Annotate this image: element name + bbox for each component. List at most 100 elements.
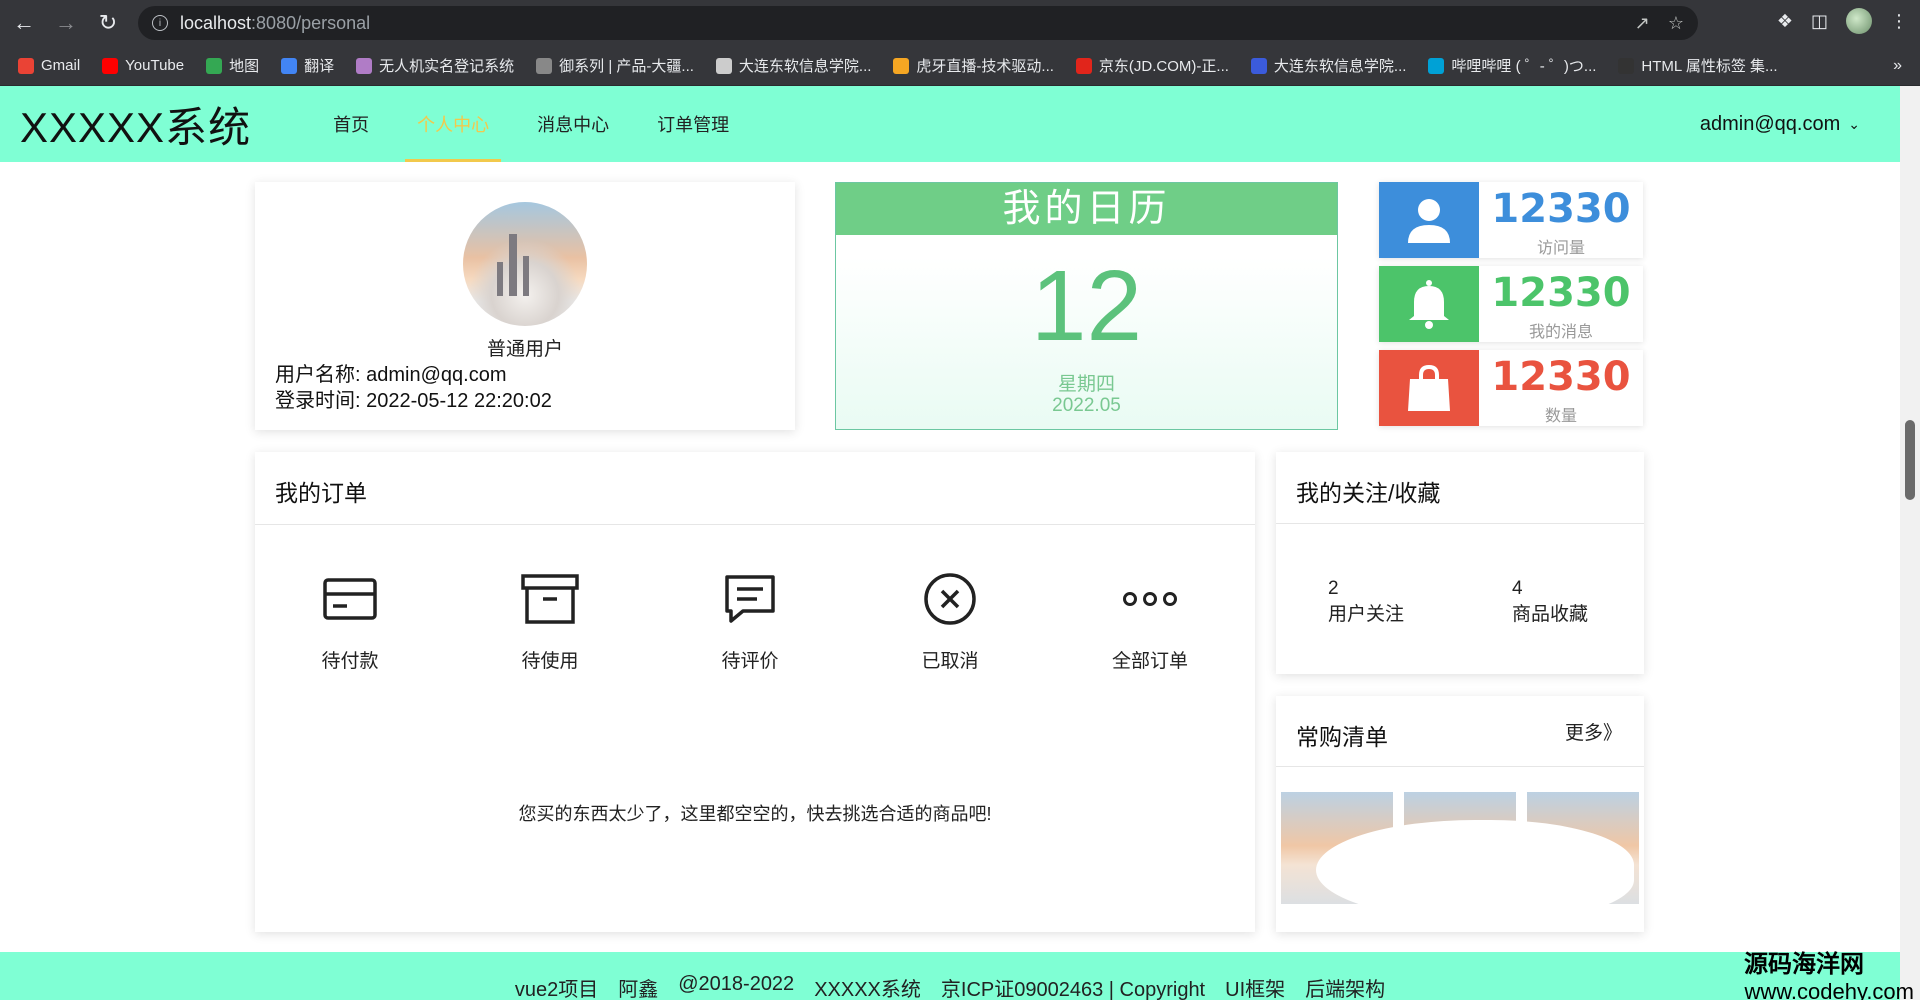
back-icon[interactable]: ← [6, 5, 42, 41]
calendar-day: 12 [1030, 250, 1143, 362]
share-icon[interactable]: ↗ [1635, 13, 1650, 34]
footer-link[interactable]: 阿鑫 [618, 973, 658, 1000]
order-to-review[interactable]: 待评价 [670, 564, 830, 673]
divider [1276, 766, 1644, 767]
follow-label: 用户关注 [1328, 604, 1405, 625]
more-icon [1070, 564, 1230, 634]
bookmark-item[interactable]: 虎牙直播-技术驱动... [893, 55, 1054, 76]
order-label: 已取消 [921, 651, 979, 672]
footer-link[interactable]: vue2项目 [515, 973, 598, 1000]
user-icon [1379, 182, 1479, 258]
bookmark-item[interactable]: 大连东软信息学院... [715, 55, 871, 76]
order-all[interactable]: 全部订单 [1070, 564, 1230, 673]
bag-icon [1379, 350, 1479, 426]
bookmark-favicon-icon [1428, 57, 1445, 74]
bookmark-item[interactable]: YouTube [102, 57, 184, 74]
nav-personal[interactable]: 个人中心 [405, 86, 502, 162]
stat-value: 12330 [1491, 186, 1631, 232]
side-panel-icon[interactable]: ◫ [1811, 11, 1828, 32]
orders-empty-message: 您买的东西太少了，这里都空空的，快去挑选合适的商品吧! [518, 804, 992, 824]
bookmark-label: 虎牙直播-技术驱动... [916, 58, 1054, 75]
bookmark-favicon-icon [893, 57, 910, 74]
menu-icon[interactable]: ⋮ [1890, 11, 1908, 32]
watermark: 源码海洋网 www.codehy.com [1744, 944, 1914, 1000]
bookmark-item[interactable]: Gmail [18, 57, 80, 74]
user-menu[interactable]: admin@qq.com ⌄ [1700, 113, 1860, 136]
bookmark-favicon-icon [206, 57, 223, 74]
bookmark-item[interactable]: 御系列 | 产品-大疆... [536, 55, 694, 76]
stat-messages[interactable]: 12330 我的消息 [1379, 266, 1643, 342]
bookmark-item[interactable]: 翻译 [281, 55, 334, 76]
nav-messages[interactable]: 消息中心 [537, 86, 609, 162]
bookmark-favicon-icon [281, 57, 298, 74]
login-time-line: 登录时间: 2022-05-12 22:20:02 [275, 390, 552, 412]
bookmarks-more-icon[interactable]: » [1893, 57, 1902, 75]
bookmark-favicon-icon [1618, 57, 1635, 74]
stat-quantity[interactable]: 12330 数量 [1379, 350, 1643, 426]
bookmark-star-icon[interactable]: ☆ [1668, 13, 1684, 34]
site-info-icon[interactable]: i [152, 15, 168, 31]
bookmark-favicon-icon [102, 57, 119, 74]
follow-count: 2 [1328, 578, 1339, 599]
bookmark-label: Gmail [41, 57, 81, 74]
redaction-overlay [1316, 820, 1634, 920]
bookmark-label: YouTube [125, 57, 185, 74]
bookmark-label: 哔哩哔哩 ( ゜- ゜)つ... [1451, 58, 1597, 75]
bookmarks-bar: Gmail YouTube 地图 翻译 无人机实名登记系统 御系列 | 产品-大疆... 大… [0, 46, 1920, 86]
bookmark-item[interactable]: 哔哩哔哩 ( ゜- ゜)つ... [1428, 55, 1596, 76]
chevron-down-icon: ⌄ [1848, 115, 1860, 132]
bookmark-item[interactable]: 无人机实名登记系统 [356, 55, 514, 76]
footer-link[interactable]: 京ICP证09002463 | Copyright [941, 973, 1205, 1000]
footer-link[interactable]: 后端架构 [1305, 973, 1385, 1000]
avatar [463, 202, 587, 326]
stat-label: 我的消息 [1528, 324, 1593, 341]
divider [1276, 523, 1644, 524]
follow-users[interactable]: 2 用户关注 [1328, 576, 1404, 628]
reload-icon[interactable]: ↻ [90, 5, 126, 41]
follow-count: 4 [1512, 578, 1523, 599]
nav-home[interactable]: 首页 [333, 86, 369, 162]
follow-title: 我的关注/收藏 [1296, 480, 1441, 506]
order-label: 待评价 [721, 651, 779, 672]
footer-link[interactable]: XXXXX系统 [814, 973, 921, 1000]
extensions-icon[interactable]: ❖ [1777, 11, 1793, 32]
stat-label: 访问量 [1536, 240, 1585, 257]
bookmark-favicon-icon [715, 57, 732, 74]
user-role: 普通用户 [486, 339, 563, 360]
bookmark-label: 翻译 [304, 58, 335, 75]
order-label: 全部订单 [1111, 651, 1188, 672]
bookmark-favicon-icon [1250, 57, 1267, 74]
scroll-thumb[interactable] [1905, 420, 1915, 500]
order-to-use[interactable]: 待使用 [470, 564, 630, 673]
stat-label: 数量 [1544, 408, 1577, 425]
order-pending-payment[interactable]: 待付款 [270, 564, 430, 673]
calendar-title: 我的日历 [836, 183, 1337, 235]
bookmark-item[interactable]: 京东(JD.COM)-正... [1075, 55, 1229, 76]
profile-card: 普通用户 用户名称: admin@qq.com 登录时间: 2022-05-12… [255, 182, 795, 430]
profile-avatar[interactable] [1846, 8, 1872, 34]
forward-icon[interactable]: → [48, 5, 84, 41]
bookmark-favicon-icon [18, 57, 34, 74]
divider [255, 524, 1255, 525]
order-label: 待使用 [521, 651, 579, 672]
page-scrollbar[interactable] [1900, 86, 1920, 1000]
footer-link[interactable]: UI框架 [1225, 973, 1285, 1000]
bookmark-item[interactable]: HTML 属性标签 集... [1618, 55, 1778, 76]
stat-visits[interactable]: 12330 访问量 [1379, 182, 1643, 258]
bookmark-label: 大连东软信息学院... [1273, 58, 1407, 75]
footer-link[interactable]: @2018-2022 [678, 973, 794, 1000]
bookmark-item[interactable]: 大连东软信息学院... [1250, 55, 1407, 76]
calendar-month: 2022.05 [1052, 395, 1121, 416]
app-logo: XXXXX系统 [20, 103, 252, 151]
follow-products[interactable]: 4 商品收藏 [1512, 576, 1588, 628]
order-cancelled[interactable]: 已取消 [870, 564, 1030, 673]
more-link[interactable]: 更多》 [1565, 718, 1622, 745]
browser-toolbar: ← → ↻ i localhost:8080/personal ↗ ☆ ❖ ◫ … [0, 0, 1920, 46]
nav-orders[interactable]: 订单管理 [657, 86, 729, 162]
calendar-card: 我的日历 12 星期四 2022.05 [835, 182, 1338, 430]
bookmark-item[interactable]: 地图 [206, 55, 259, 76]
bookmark-favicon-icon [356, 57, 373, 74]
address-bar[interactable]: i localhost:8080/personal ↗ ☆ [138, 6, 1698, 40]
orders-title: 我的订单 [275, 480, 367, 506]
avatar-tower [497, 262, 503, 296]
